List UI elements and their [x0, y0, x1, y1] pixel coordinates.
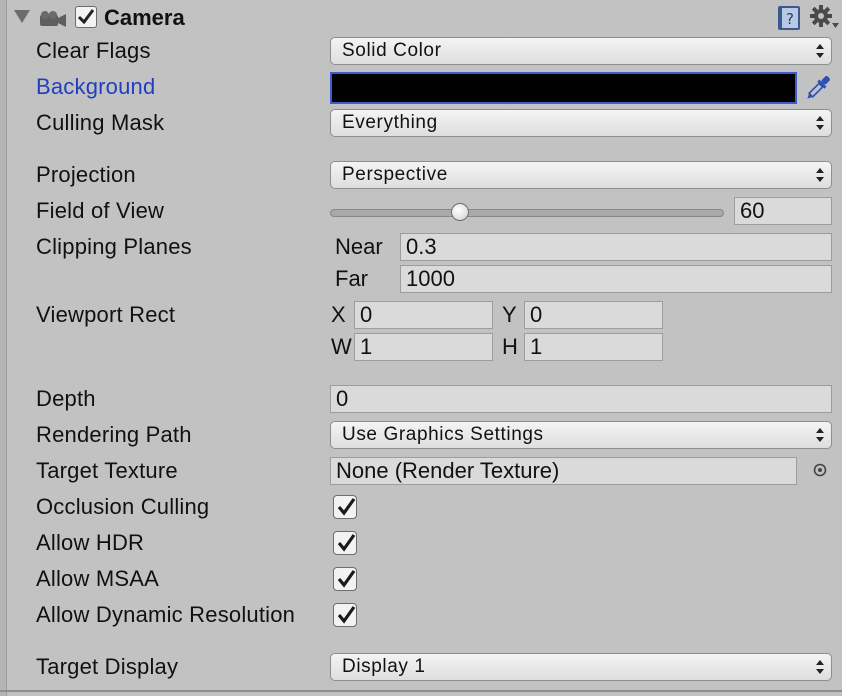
field-of-view-slider-thumb[interactable]: [451, 203, 470, 221]
svg-text:?: ?: [786, 10, 794, 28]
viewport-w-input[interactable]: 1: [354, 333, 493, 361]
allow-hdr-checkbox[interactable]: [333, 531, 357, 555]
dropdown-arrows-icon: [816, 168, 824, 182]
culling-mask-label: Culling Mask: [36, 110, 165, 135]
far-label: Far: [335, 266, 368, 291]
clear-flags-value: Solid Color: [342, 40, 442, 61]
depth-label: Depth: [36, 386, 96, 411]
viewport-h-input[interactable]: 1: [524, 333, 663, 361]
object-picker-icon[interactable]: [813, 463, 827, 477]
near-input[interactable]: 0.3: [400, 233, 832, 261]
culling-mask-dropdown[interactable]: Everything: [330, 109, 832, 137]
clipping-planes-label: Clipping Planes: [36, 234, 192, 259]
allow-hdr-label: Allow HDR: [36, 530, 145, 555]
field-of-view-input[interactable]: 60: [734, 197, 832, 225]
foldout-arrow-icon[interactable]: [14, 10, 30, 23]
viewport-y-input[interactable]: 0: [524, 301, 663, 329]
culling-mask-value: Everything: [342, 112, 438, 133]
depth-input[interactable]: 0: [330, 385, 832, 413]
rendering-path-value: Use Graphics Settings: [342, 424, 544, 445]
help-book-icon[interactable]: ?: [776, 5, 802, 31]
camera-inspector-panel: Camera ? Clear Flags Solid Color Backgro…: [0, 0, 842, 696]
viewport-h-label: H: [502, 334, 518, 359]
gear-icon[interactable]: [810, 5, 840, 33]
projection-value: Perspective: [342, 164, 448, 185]
allow-msaa-checkbox[interactable]: [333, 567, 357, 591]
occlusion-culling-label: Occlusion Culling: [36, 494, 210, 519]
allow-dynamic-resolution-checkbox[interactable]: [333, 603, 357, 627]
viewport-x-input[interactable]: 0: [354, 301, 493, 329]
checkmark-icon: [337, 498, 356, 516]
allow-msaa-label: Allow MSAA: [36, 566, 160, 591]
target-texture-label: Target Texture: [36, 458, 178, 483]
checkmark-icon: [337, 606, 356, 624]
background-color-field[interactable]: [330, 72, 797, 104]
dropdown-arrows-icon: [816, 660, 824, 674]
checkmark-icon: [337, 570, 356, 588]
dropdown-arrows-icon: [816, 44, 824, 58]
panel-left-edge: [0, 0, 7, 696]
rendering-path-label: Rendering Path: [36, 422, 192, 447]
viewport-y-label: Y: [502, 302, 517, 327]
far-input[interactable]: 1000: [400, 265, 832, 293]
checkmark-icon: [337, 534, 356, 552]
target-display-dropdown[interactable]: Display 1: [330, 653, 832, 681]
viewport-x-label: X: [331, 302, 346, 327]
rendering-path-dropdown[interactable]: Use Graphics Settings: [330, 421, 832, 449]
target-display-label: Target Display: [36, 654, 179, 679]
projection-label: Projection: [36, 162, 136, 187]
near-label: Near: [335, 234, 383, 259]
clear-flags-dropdown[interactable]: Solid Color: [330, 37, 832, 65]
allow-dynamic-resolution-label: Allow Dynamic Resolution: [36, 602, 296, 627]
background-label: Background: [36, 74, 156, 99]
clear-flags-label: Clear Flags: [36, 38, 151, 63]
camera-icon: [40, 11, 66, 27]
dropdown-arrows-icon: [816, 116, 824, 130]
field-of-view-slider-track[interactable]: [330, 209, 724, 217]
viewport-w-label: W: [331, 334, 352, 359]
component-enabled-checkbox[interactable]: [75, 6, 97, 28]
eyedropper-icon[interactable]: [803, 72, 833, 104]
target-display-value: Display 1: [342, 656, 426, 677]
occlusion-culling-checkbox[interactable]: [333, 495, 357, 519]
viewport-rect-label: Viewport Rect: [36, 302, 176, 327]
dropdown-arrows-icon: [816, 428, 824, 442]
panel-bottom-divider: [0, 690, 842, 692]
component-title: Camera: [104, 5, 185, 30]
projection-dropdown[interactable]: Perspective: [330, 161, 832, 189]
field-of-view-label: Field of View: [36, 198, 165, 223]
target-texture-object-field[interactable]: None (Render Texture): [330, 457, 797, 485]
